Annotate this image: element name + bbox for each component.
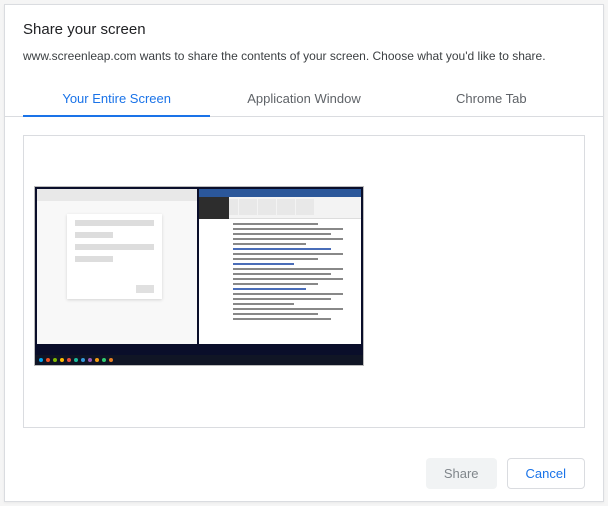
dialog-footer: Share Cancel xyxy=(5,446,603,501)
dialog-description: www.screenleap.com wants to share the co… xyxy=(23,48,585,65)
dialog-title: Share your screen xyxy=(23,21,585,38)
preview-browser-window xyxy=(37,189,197,344)
tab-label: Your Entire Screen xyxy=(62,91,171,106)
screen-thumbnail[interactable] xyxy=(34,186,364,366)
preview-document-window xyxy=(199,189,361,344)
tab-label: Chrome Tab xyxy=(456,91,527,106)
content-area xyxy=(5,117,603,446)
share-button[interactable]: Share xyxy=(426,458,497,489)
tab-label: Application Window xyxy=(247,91,360,106)
screen-selection-box xyxy=(23,135,585,428)
cancel-button[interactable]: Cancel xyxy=(507,458,585,489)
tab-entire-screen[interactable]: Your Entire Screen xyxy=(23,81,210,116)
preview-taskbar xyxy=(35,355,363,365)
tabs-container: Your Entire Screen Application Window Ch… xyxy=(5,81,603,117)
dialog-header: Share your screen www.screenleap.com wan… xyxy=(5,5,603,73)
tab-application-window[interactable]: Application Window xyxy=(210,81,397,116)
tab-chrome-tab[interactable]: Chrome Tab xyxy=(398,81,585,116)
share-screen-dialog: Share your screen www.screenleap.com wan… xyxy=(4,4,604,502)
